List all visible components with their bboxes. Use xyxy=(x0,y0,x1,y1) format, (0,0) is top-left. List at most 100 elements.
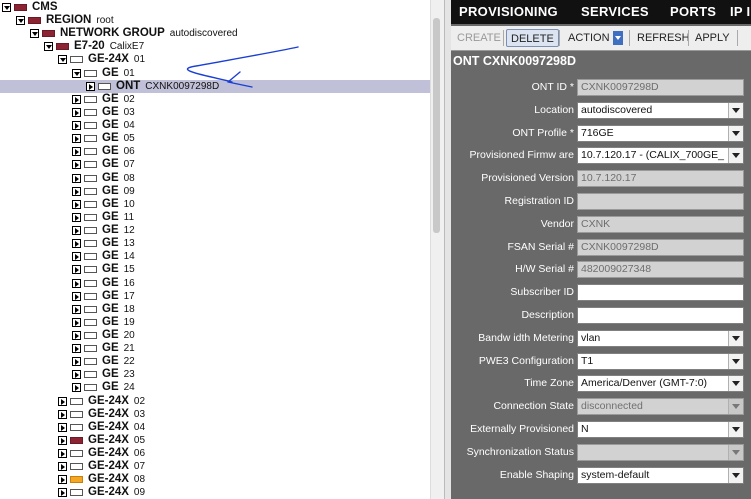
expand-toggle-icon[interactable] xyxy=(58,409,67,419)
chevron-down-icon[interactable] xyxy=(728,353,743,369)
chevron-down-icon[interactable] xyxy=(728,467,743,483)
tree-node[interactable]: GE 13 xyxy=(0,237,430,250)
tree-node[interactable]: GE 06 xyxy=(0,145,430,158)
tree-node[interactable]: GE-24X 04 xyxy=(0,421,430,434)
expand-toggle-icon[interactable] xyxy=(72,160,81,170)
chevron-down-icon[interactable] xyxy=(728,422,743,437)
tree-node[interactable]: GE 23 xyxy=(0,368,430,381)
expand-toggle-icon[interactable] xyxy=(58,422,67,432)
tree-node[interactable]: GE 12 xyxy=(0,224,430,237)
tree-node[interactable]: GE 11 xyxy=(0,211,430,224)
collapse-toggle-icon[interactable] xyxy=(16,16,25,26)
refresh-button[interactable]: REFRESH xyxy=(633,29,694,47)
expand-toggle-icon[interactable] xyxy=(72,331,81,340)
tree-node[interactable]: GE 19 xyxy=(0,316,430,329)
tree-node[interactable]: GE 18 xyxy=(0,303,430,316)
tree-node[interactable]: GE 05 xyxy=(0,132,430,145)
tree-node[interactable]: GE 20 xyxy=(0,329,430,342)
expand-toggle-icon[interactable] xyxy=(72,107,81,117)
tree-node[interactable]: GE-24X 05 xyxy=(0,434,430,447)
time-zone-select[interactable]: America/Denver (GMT-7:0) xyxy=(577,375,744,393)
enable-shaping-select[interactable]: system-default xyxy=(577,466,744,484)
collapse-toggle-icon[interactable] xyxy=(58,55,67,65)
expand-toggle-icon[interactable] xyxy=(58,396,67,406)
expand-toggle-icon[interactable] xyxy=(58,475,67,485)
pane-divider[interactable] xyxy=(444,0,451,499)
tab-ports[interactable]: PORTS xyxy=(670,4,716,19)
pwe3-configuration-select[interactable]: T1 xyxy=(577,352,744,370)
tree-node[interactable]: GE 08 xyxy=(0,172,430,185)
tree-node[interactable]: GE-24X 08 xyxy=(0,473,430,486)
tree-node[interactable]: GE 10 xyxy=(0,198,430,211)
tree-node[interactable]: GE 22 xyxy=(0,355,430,368)
delete-button[interactable]: DELETE xyxy=(506,29,559,47)
tree-node[interactable]: GE-24X 09 xyxy=(0,486,430,499)
tree-node[interactable]: GE 16 xyxy=(0,277,430,290)
tree-node[interactable]: GE-24X 06 xyxy=(0,447,430,460)
tree-scrollbar-thumb[interactable] xyxy=(433,18,440,233)
subscriber-id-field[interactable] xyxy=(577,284,744,302)
provisioned-firmw-are-select[interactable]: 10.7.120.17 - (CALIX_700GE_ xyxy=(577,147,744,165)
tree-node[interactable]: GE-24X 03 xyxy=(0,408,430,421)
expand-toggle-icon[interactable] xyxy=(72,199,81,209)
collapse-toggle-icon[interactable] xyxy=(44,42,53,52)
chevron-down-icon[interactable] xyxy=(613,31,623,45)
expand-toggle-icon[interactable] xyxy=(72,173,81,183)
create-button[interactable]: CREATE xyxy=(453,29,505,47)
expand-toggle-icon[interactable] xyxy=(72,278,81,288)
expand-toggle-icon[interactable] xyxy=(58,462,67,472)
tree-node[interactable]: GE-24X 02 xyxy=(0,395,430,408)
expand-toggle-icon[interactable] xyxy=(72,304,81,314)
expand-toggle-icon[interactable] xyxy=(72,317,81,327)
expand-toggle-icon[interactable] xyxy=(72,94,81,104)
tree-node[interactable]: NETWORK GROUP autodiscovered xyxy=(0,27,430,40)
chevron-down-icon[interactable] xyxy=(728,125,743,141)
tree-node[interactable]: GE 21 xyxy=(0,342,430,355)
tree-node[interactable]: CMS xyxy=(0,1,430,14)
chevron-down-icon[interactable] xyxy=(728,102,743,118)
expand-toggle-icon[interactable] xyxy=(86,81,95,91)
tree-node[interactable]: GE 14 xyxy=(0,250,430,263)
ont-profile-select[interactable]: 716GE xyxy=(577,124,744,142)
collapse-toggle-icon[interactable] xyxy=(2,3,11,12)
expand-toggle-icon[interactable] xyxy=(72,265,81,275)
expand-toggle-icon[interactable] xyxy=(72,212,81,222)
apply-button[interactable]: APPLY xyxy=(691,29,734,47)
expand-toggle-icon[interactable] xyxy=(72,344,81,354)
expand-toggle-icon[interactable] xyxy=(72,121,81,131)
expand-toggle-icon[interactable] xyxy=(72,186,81,196)
tab-provisioning[interactable]: PROVISIONING xyxy=(459,4,558,19)
tree-node[interactable]: GE 02 xyxy=(0,93,430,106)
tree-node[interactable]: GE 17 xyxy=(0,290,430,303)
tree-node[interactable]: GE 01 xyxy=(0,67,430,80)
expand-toggle-icon[interactable] xyxy=(72,370,81,380)
collapse-toggle-icon[interactable] xyxy=(30,29,39,39)
tree-node[interactable]: GE 24 xyxy=(0,381,430,394)
tree-node[interactable]: GE 04 xyxy=(0,119,430,132)
expand-toggle-icon[interactable] xyxy=(72,357,81,367)
tree-node[interactable]: GE-24X 07 xyxy=(0,460,430,473)
tree-node[interactable]: GE 03 xyxy=(0,106,430,119)
chevron-down-icon[interactable] xyxy=(728,330,743,346)
expand-toggle-icon[interactable] xyxy=(72,226,81,236)
expand-toggle-icon[interactable] xyxy=(58,435,67,445)
tree-node[interactable]: GE 15 xyxy=(0,263,430,276)
location-select[interactable]: autodiscovered xyxy=(577,101,744,119)
tree-node[interactable]: GE 07 xyxy=(0,158,430,171)
externally-provisioned-select[interactable]: N xyxy=(577,421,744,438)
tree-node-selected[interactable]: ONT CXNK0097298D xyxy=(0,79,430,93)
expand-toggle-icon[interactable] xyxy=(72,147,81,157)
tree-node[interactable]: GE 09 xyxy=(0,185,430,198)
tab-services[interactable]: SERVICES xyxy=(581,4,649,19)
chevron-down-icon[interactable] xyxy=(728,148,743,164)
tab-ip[interactable]: IP I xyxy=(730,4,750,19)
action-menu-button[interactable]: ACTION xyxy=(564,29,614,47)
tree-node[interactable]: GE-24X 01 xyxy=(0,53,430,66)
chevron-down-icon[interactable] xyxy=(728,376,743,392)
collapse-toggle-icon[interactable] xyxy=(72,68,81,78)
tree-node[interactable]: REGION root xyxy=(0,14,430,27)
expand-toggle-icon[interactable] xyxy=(58,488,67,498)
bandw-idth-metering-select[interactable]: vlan xyxy=(577,329,744,347)
tree-node[interactable]: E7-20 CalixE7 xyxy=(0,40,430,53)
expand-toggle-icon[interactable] xyxy=(72,252,81,262)
